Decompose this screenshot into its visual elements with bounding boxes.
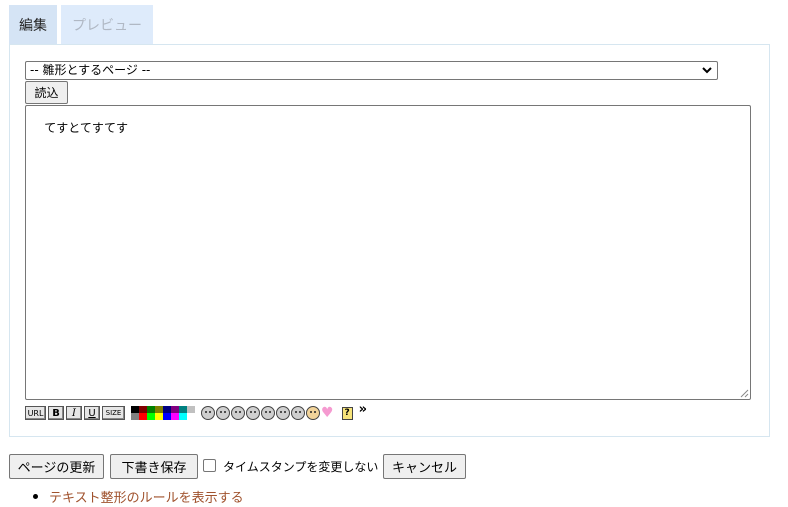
- color-palette[interactable]: [131, 406, 195, 420]
- color-swatch[interactable]: [131, 406, 139, 413]
- bullet-icon: [33, 494, 38, 499]
- blush-icon[interactable]: [306, 406, 320, 420]
- color-swatch[interactable]: [131, 413, 139, 420]
- tab-edit[interactable]: 編集: [9, 5, 57, 44]
- update-page-button[interactable]: ページの更新: [9, 454, 104, 479]
- help-icon[interactable]: ?: [341, 406, 353, 420]
- size-button[interactable]: SIZE: [102, 406, 125, 420]
- worried-icon[interactable]: [291, 406, 305, 420]
- sad-icon[interactable]: [276, 406, 290, 420]
- color-swatch[interactable]: [147, 413, 155, 420]
- color-swatch[interactable]: [155, 406, 163, 413]
- rules-list-item: テキスト整形のルールを表示する: [33, 487, 244, 506]
- more-icon[interactable]: »: [359, 402, 367, 417]
- wink-icon[interactable]: [261, 406, 275, 420]
- smile-icon[interactable]: [201, 406, 215, 420]
- editor-content: てすとてすてす: [44, 121, 129, 135]
- color-swatch[interactable]: [179, 413, 187, 420]
- tongue-icon[interactable]: [231, 406, 245, 420]
- text-rules-link[interactable]: テキスト整形のルールを表示する: [49, 487, 244, 506]
- cancel-button[interactable]: キャンセル: [383, 454, 466, 479]
- color-swatch[interactable]: [171, 413, 179, 420]
- color-swatch[interactable]: [155, 413, 163, 420]
- color-swatch[interactable]: [147, 406, 155, 413]
- color-swatch[interactable]: [163, 406, 171, 413]
- resize-grip-icon[interactable]: [740, 389, 749, 398]
- heart-icon[interactable]: ♥: [321, 406, 334, 420]
- url-button[interactable]: URL: [25, 406, 46, 420]
- load-button[interactable]: 読込: [25, 81, 68, 104]
- template-page-select[interactable]: -- 雛形とするページ --: [25, 61, 718, 80]
- underline-button[interactable]: U: [84, 406, 100, 420]
- edit-panel: -- 雛形とするページ -- 読込 てすとてすてす URL B I U SIZE…: [9, 44, 770, 437]
- color-swatch[interactable]: [139, 406, 147, 413]
- tab-preview[interactable]: プレビュー: [61, 5, 153, 44]
- timestamp-label: タイムスタンプを変更しない: [223, 460, 379, 474]
- template-select-value: -- 雛形とするページ --: [30, 63, 151, 77]
- oh-icon[interactable]: [246, 406, 260, 420]
- tab-bar: 編集 プレビュー: [9, 5, 157, 44]
- color-swatch[interactable]: [187, 413, 195, 420]
- bigsmile-icon[interactable]: [216, 406, 230, 420]
- color-swatch[interactable]: [179, 406, 187, 413]
- color-swatch[interactable]: [187, 406, 195, 413]
- italic-button[interactable]: I: [66, 406, 82, 420]
- format-toolbar: URL B I U SIZE ♥ ? »: [25, 402, 367, 421]
- editor-textarea[interactable]: てすとてすてす: [25, 105, 751, 400]
- color-swatch[interactable]: [171, 406, 179, 413]
- bold-button[interactable]: B: [48, 406, 64, 420]
- save-draft-button[interactable]: 下書き保存: [110, 454, 198, 479]
- chevron-down-icon: [702, 67, 712, 74]
- timestamp-checkbox[interactable]: [203, 459, 216, 472]
- color-swatch[interactable]: [139, 413, 147, 420]
- color-swatch[interactable]: [163, 413, 171, 420]
